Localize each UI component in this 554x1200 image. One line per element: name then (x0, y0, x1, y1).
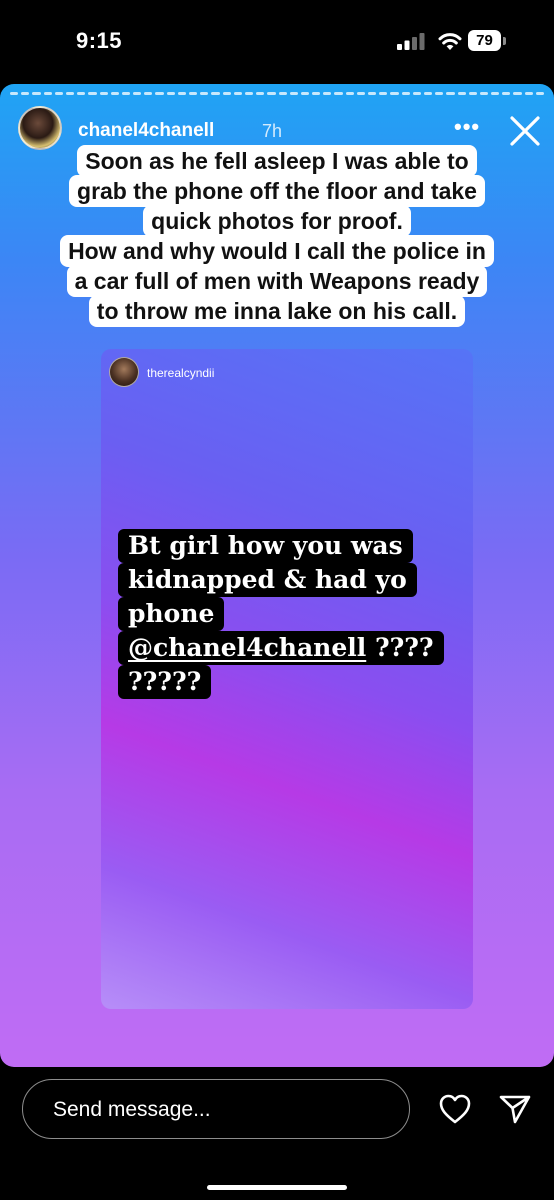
shared-author-avatar (109, 357, 139, 387)
caption-line: How and why would I call the police in (60, 235, 494, 267)
caption-line: grab the phone off the floor and take (69, 175, 485, 207)
send-icon[interactable] (498, 1093, 532, 1125)
caption-line: to throw me inna lake on his call. (88, 295, 466, 327)
send-message-input[interactable]: Send message... (22, 1079, 410, 1139)
shared-author-username[interactable]: therealcyndii (147, 366, 214, 380)
quote-line: Bt girl how you was (118, 529, 413, 563)
quote-line: kidnapped & had yo (118, 563, 417, 597)
more-options-button[interactable]: ••• (454, 114, 480, 140)
reply-bar: Send message... (0, 1067, 554, 1200)
story-progress-bar (10, 92, 544, 95)
status-time: 9:15 (76, 28, 123, 53)
shared-story-text: Bt girl how you was kidnapped & had yo p… (118, 529, 458, 699)
quote-line: phone (118, 597, 225, 631)
home-indicator (207, 1185, 347, 1190)
story-author-username[interactable]: chanel4chanell (78, 120, 214, 142)
story-viewer[interactable]: chanel4chanell 7h ••• Soon as he fell as… (0, 84, 554, 1067)
story-author-avatar[interactable] (18, 106, 62, 150)
mention-link[interactable]: @chanel4chanell (128, 633, 366, 662)
quote-line: ????? (118, 665, 212, 699)
close-icon[interactable] (506, 112, 544, 150)
wifi-icon (438, 33, 462, 50)
quote-mention-line[interactable]: @chanel4chanell ???? (118, 631, 444, 665)
heart-icon[interactable] (438, 1093, 472, 1125)
send-message-placeholder: Send message... (53, 1098, 211, 1121)
story-timestamp: 7h (262, 121, 283, 141)
caption-line: a car full of men with Weapons ready (66, 265, 488, 297)
cellular-signal-icon (397, 33, 425, 50)
battery-level: 79 (468, 30, 501, 51)
battery-icon: 79 (468, 30, 508, 52)
story-caption: Soon as he fell asleep I was able to gra… (20, 145, 534, 327)
status-bar: 9:15 79 (0, 0, 554, 84)
shared-story-card[interactable]: therealcyndii Bt girl how you was kidnap… (101, 349, 473, 1009)
caption-line: quick photos for proof. (143, 205, 411, 237)
caption-line: Soon as he fell asleep I was able to (77, 145, 477, 177)
